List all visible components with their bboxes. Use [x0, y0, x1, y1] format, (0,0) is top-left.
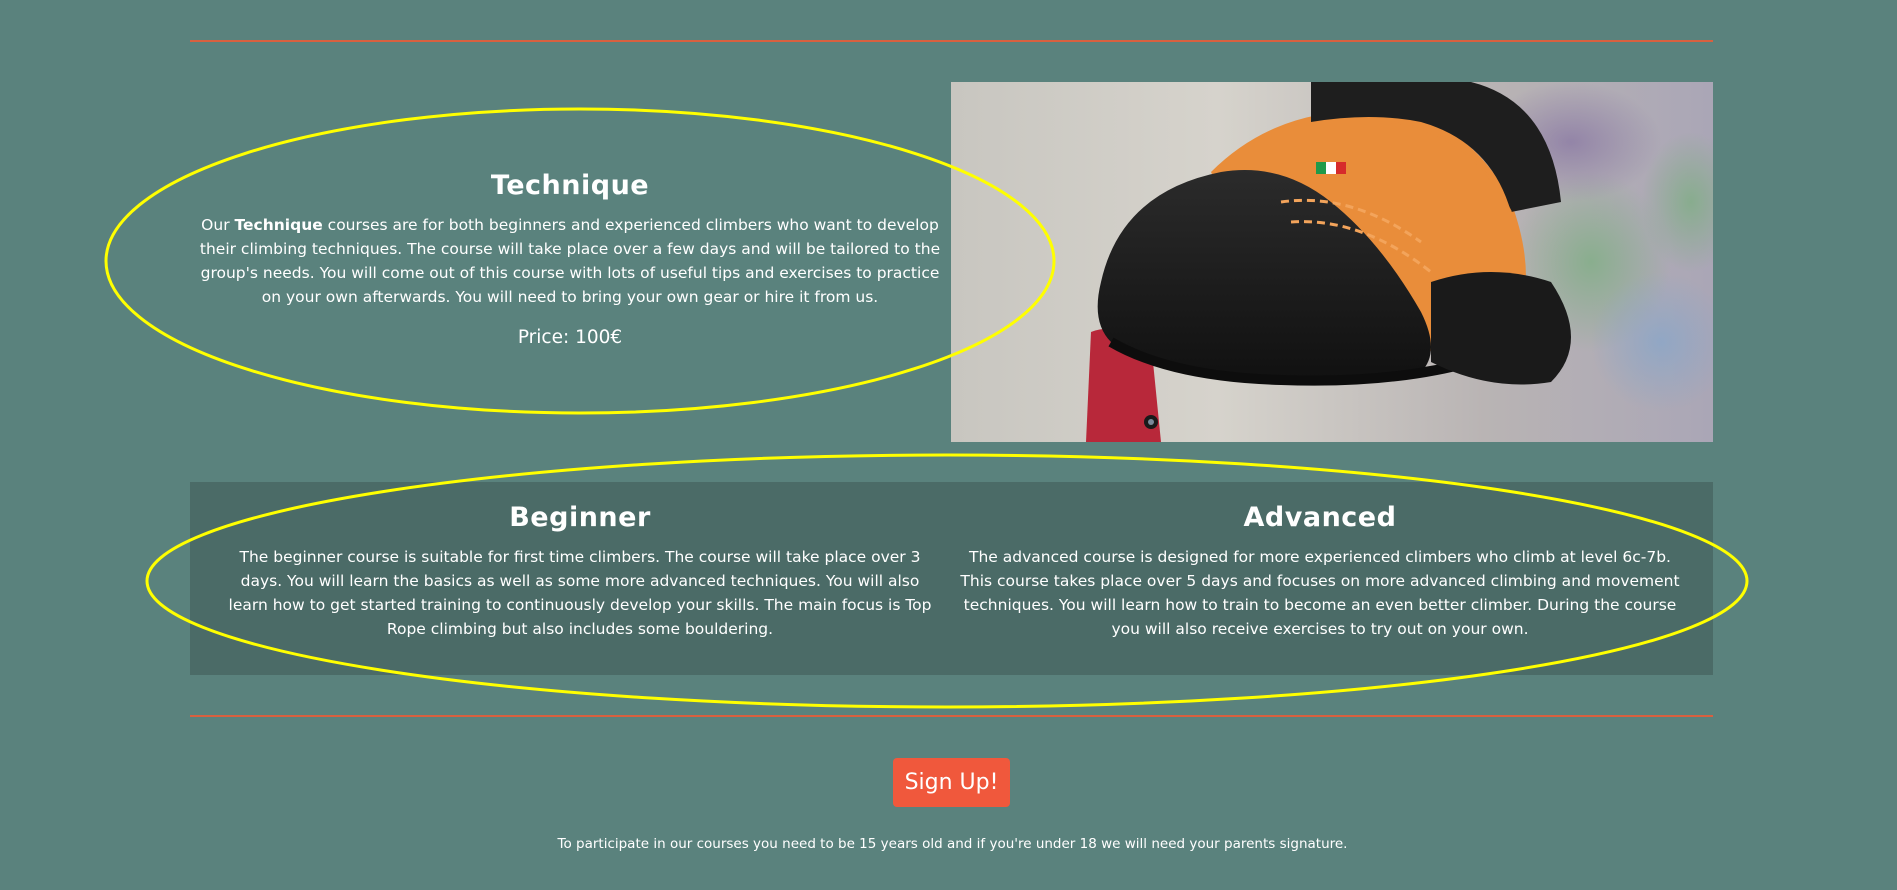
beginner-title: Beginner: [509, 502, 651, 533]
advanced-title: Advanced: [1243, 502, 1397, 533]
beginner-description: The beginner course is suitable for firs…: [228, 548, 932, 638]
climbing-shoe-photo: [951, 82, 1713, 442]
advanced-description: The advanced course is designed for more…: [960, 548, 1680, 638]
technique-title: Technique: [490, 170, 650, 201]
technique-description-prefix: Our: [201, 216, 235, 234]
levels-section: Beginner The beginner course is suitable…: [190, 482, 1713, 675]
technique-price: Price: 100€: [517, 327, 623, 348]
technique-section: Technique Our Technique courses are for …: [195, 170, 945, 348]
top-divider: [190, 40, 1713, 42]
age-requirement-note: To participate in our courses you need t…: [557, 836, 1348, 852]
bottom-divider: [190, 715, 1713, 717]
technique-description: Our Technique courses are for both begin…: [195, 213, 945, 309]
sign-up-button[interactable]: Sign Up!: [893, 758, 1010, 807]
beginner-column: Beginner The beginner course is suitable…: [220, 502, 940, 641]
technique-description-bold: Technique: [234, 216, 323, 234]
advanced-column: Advanced The advanced course is designed…: [960, 502, 1680, 641]
